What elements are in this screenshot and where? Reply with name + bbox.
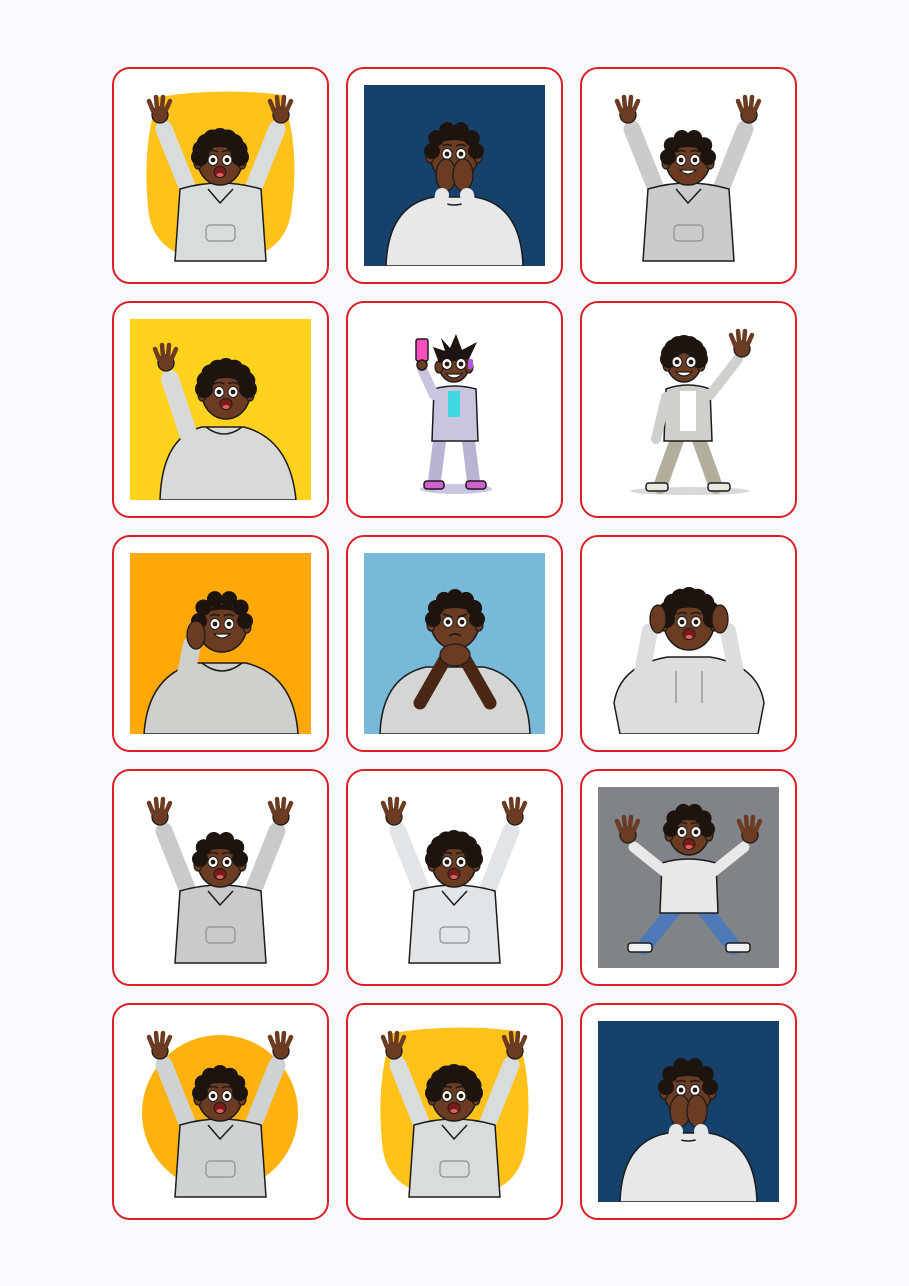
sticker-card xyxy=(580,1003,797,1220)
sticker-card xyxy=(346,301,563,518)
boy-cheering-arms-up-yellow-blob-sticker-icon xyxy=(146,91,295,262)
sticker-card xyxy=(580,535,797,752)
sticker-card xyxy=(580,301,797,518)
sticker-card xyxy=(112,67,329,284)
sticker-sheet xyxy=(112,67,797,1220)
sticker-card xyxy=(580,769,797,986)
boy-cheering-open-jacket-white-sticker-icon xyxy=(614,94,762,262)
boy-shocked-hands-on-ears-white-sticker-icon xyxy=(613,587,765,734)
boy-cheering-arms-up-yellow-blob-sticker-icon xyxy=(380,1027,529,1198)
boy-shocked-hands-over-mouth-navy-square-sticker-icon xyxy=(598,1021,779,1202)
sticker-card xyxy=(346,769,563,986)
sticker-card xyxy=(346,67,563,284)
boy-shouting-arms-up-orange-circle-sticker-icon xyxy=(142,1030,298,1198)
sticker-card xyxy=(112,769,329,986)
sticker-card xyxy=(112,1003,329,1220)
sticker-card xyxy=(580,67,797,284)
sticker-card xyxy=(346,535,563,752)
sticker-card xyxy=(112,535,329,752)
sticker-card xyxy=(346,1003,563,1220)
boy-taking-selfie-pink-phone-sticker-icon xyxy=(415,334,492,494)
boy-worried-hands-at-chin-blue-square-sticker-icon xyxy=(364,553,545,734)
boy-waving-hoodie-yellow-square-sticker-icon xyxy=(130,319,311,500)
boy-surprised-arms-up-jacket-white-sticker-icon xyxy=(146,796,294,964)
boy-shocked-hands-over-mouth-navy-square-sticker-icon xyxy=(364,85,545,266)
sticker-card xyxy=(112,301,329,518)
boy-jumping-excited-gray-square-sticker-icon xyxy=(598,787,779,968)
boy-smiling-hand-on-cheek-orange-square-sticker-icon xyxy=(130,553,311,734)
boy-waving-full-body-white-sticker-icon xyxy=(630,328,755,495)
boy-surprised-arms-up-shirt-white-sticker-icon xyxy=(380,796,528,964)
